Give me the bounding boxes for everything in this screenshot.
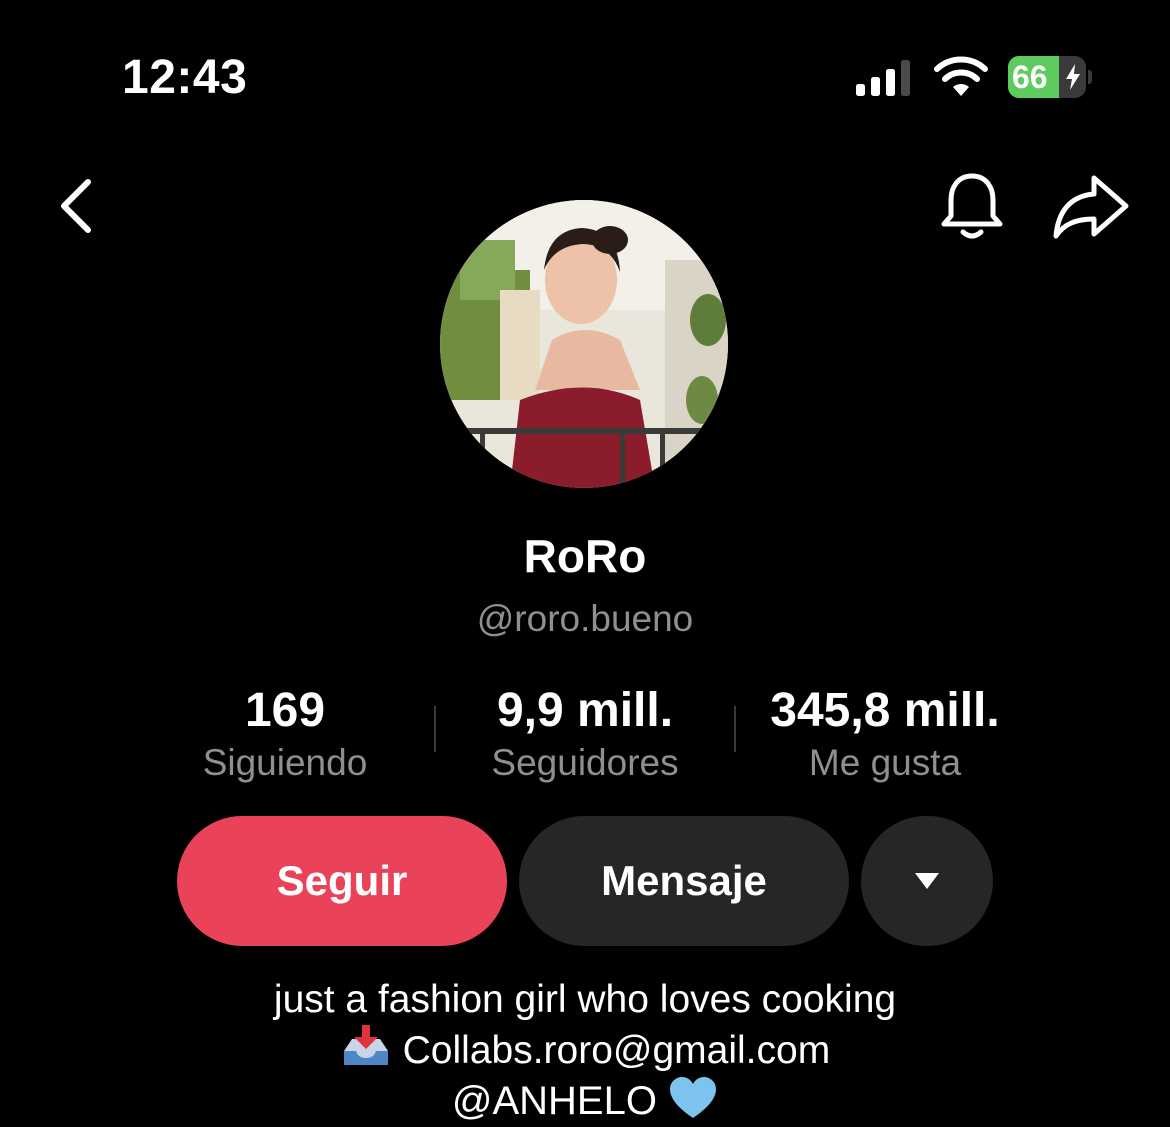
bio: just a fashion girl who loves cooking Co… (0, 974, 1170, 1127)
wifi-icon (934, 56, 988, 96)
cellular-signal-icon (856, 60, 910, 96)
stat-value: 9,9 mill. (496, 684, 674, 737)
stat-value: 345,8 mill. (770, 684, 1000, 737)
battery-indicator: 66 (1008, 56, 1092, 98)
message-button-label: Mensaje (601, 857, 767, 904)
stat-followers[interactable]: 9,9 mill. Seguidores (435, 682, 735, 786)
follow-button-label: Seguir (276, 857, 408, 904)
inbox-tray-icon (343, 1025, 388, 1065)
light-blue-heart-icon (670, 1077, 717, 1118)
battery-cap (1088, 70, 1092, 84)
bell-icon[interactable] (936, 170, 1008, 242)
bio-email[interactable]: Collabs.roro@gmail.com (403, 1029, 831, 1072)
stat-following[interactable]: 169 Siguiendo (135, 682, 435, 786)
username: @roro.bueno (476, 598, 694, 639)
bio-line-email[interactable]: Collabs.roro@gmail.com (0, 1025, 1170, 1076)
bio-line-mention[interactable]: @ANHELO (0, 1076, 1170, 1127)
status-time: 12:43 (122, 51, 248, 104)
battery-body: 66 (1008, 56, 1086, 98)
avatar-photo (440, 200, 728, 488)
display-name: RoRo (523, 530, 647, 582)
battery-percent: 66 (1012, 59, 1048, 95)
bio-mention[interactable]: @ANHELO (452, 1079, 657, 1123)
avatar[interactable] (440, 200, 728, 488)
share-arrow-icon[interactable] (1050, 172, 1132, 242)
stat-value: 169 (244, 684, 326, 737)
stat-label: Siguiendo (202, 742, 368, 783)
chevron-left-icon[interactable] (52, 176, 102, 236)
stat-likes[interactable]: 345,8 mill. Me gusta (735, 682, 1035, 786)
follow-button[interactable]: Seguir (177, 816, 507, 946)
lightning-bolt-icon (1066, 64, 1080, 90)
more-options-button[interactable] (861, 816, 993, 946)
caret-down-icon (915, 873, 939, 889)
stat-label: Seguidores (491, 742, 679, 783)
message-button[interactable]: Mensaje (519, 816, 849, 946)
stat-label: Me gusta (808, 742, 962, 783)
bio-line: just a fashion girl who loves cooking (273, 978, 897, 1021)
